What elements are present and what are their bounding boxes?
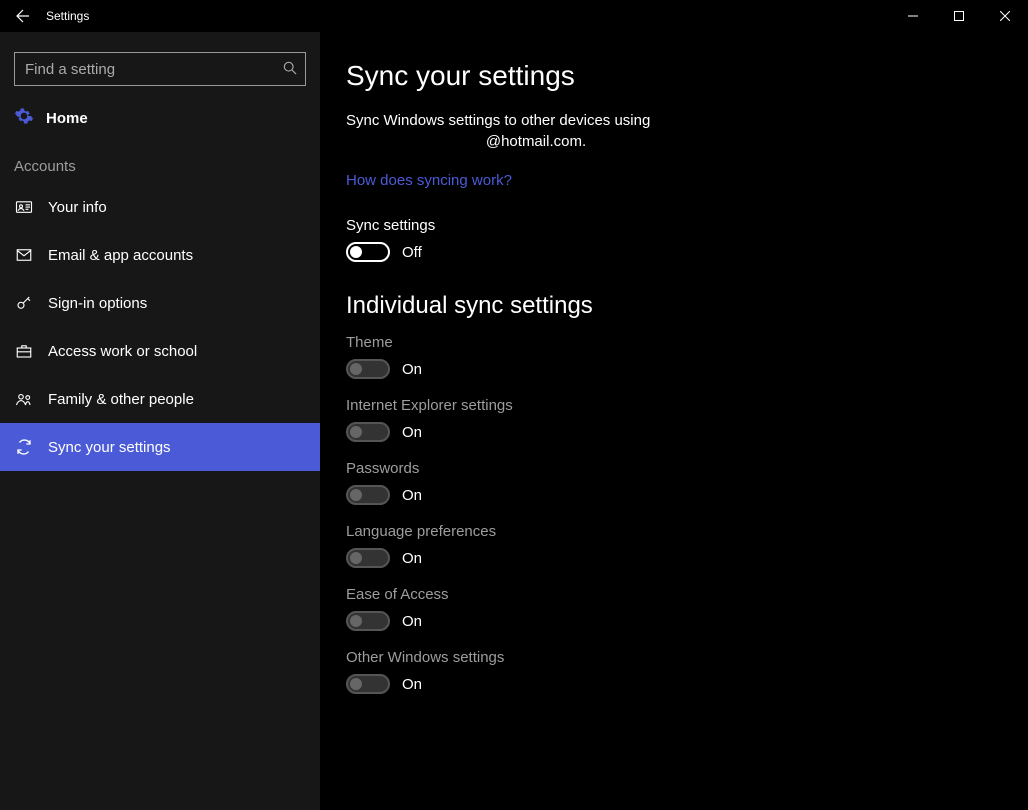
sidebar-item-label: Access work or school: [48, 343, 197, 360]
master-sync-setting: Sync settings Off: [346, 217, 1002, 262]
mail-icon: [14, 246, 34, 264]
sidebar-item-sign-in-options[interactable]: Sign-in options: [0, 279, 320, 327]
maximize-button[interactable]: [936, 0, 982, 32]
setting-toggle[interactable]: [346, 422, 390, 442]
setting-state: On: [402, 487, 422, 504]
key-icon: [14, 294, 34, 312]
setting-toggle[interactable]: [346, 548, 390, 568]
setting-toggle[interactable]: [346, 359, 390, 379]
sync-icon: [14, 438, 34, 456]
individual-setting: Other Windows settings On: [346, 649, 1002, 694]
setting-toggle[interactable]: [346, 611, 390, 631]
sidebar-item-label: Email & app accounts: [48, 247, 193, 264]
sidebar-item-access-work-or-school[interactable]: Access work or school: [0, 327, 320, 375]
page-description: Sync Windows settings to other devices u…: [346, 110, 726, 152]
individual-heading: Individual sync settings: [346, 292, 1002, 320]
back-button[interactable]: [0, 8, 46, 24]
sidebar-item-label: Sync your settings: [48, 439, 171, 456]
maximize-icon: [954, 11, 964, 21]
master-sync-toggle[interactable]: [346, 242, 390, 262]
minimize-icon: [908, 11, 918, 21]
sidebar-item-label: Family & other people: [48, 391, 194, 408]
window-title: Settings: [46, 9, 89, 23]
master-sync-label: Sync settings: [346, 217, 1002, 234]
page-title: Sync your settings: [346, 60, 1002, 92]
minimize-button[interactable]: [890, 0, 936, 32]
setting-state: On: [402, 424, 422, 441]
briefcase-icon: [14, 342, 34, 360]
setting-label: Passwords: [346, 460, 1002, 477]
setting-state: On: [402, 676, 422, 693]
setting-label: Internet Explorer settings: [346, 397, 1002, 414]
setting-state: On: [402, 361, 422, 378]
individual-setting: Internet Explorer settings On: [346, 397, 1002, 442]
search-icon: [283, 61, 297, 78]
setting-state: On: [402, 613, 422, 630]
back-arrow-icon: [15, 8, 31, 24]
content-area: Sync your settings Sync Windows settings…: [320, 32, 1028, 810]
person-card-icon: [14, 198, 34, 216]
search-input[interactable]: [23, 60, 283, 79]
setting-label: Ease of Access: [346, 586, 1002, 603]
individual-setting: Ease of Access On: [346, 586, 1002, 631]
setting-state: On: [402, 550, 422, 567]
sidebar-item-label: Your info: [48, 199, 107, 216]
home-label: Home: [46, 110, 88, 127]
close-icon: [1000, 11, 1010, 21]
sidebar-section-label: Accounts: [0, 140, 320, 183]
close-button[interactable]: [982, 0, 1028, 32]
people-icon: [14, 390, 34, 408]
home-nav[interactable]: Home: [0, 96, 320, 140]
individual-setting: Passwords On: [346, 460, 1002, 505]
setting-toggle[interactable]: [346, 674, 390, 694]
search-box[interactable]: [14, 52, 306, 86]
sidebar-item-family-other-people[interactable]: Family & other people: [0, 375, 320, 423]
setting-label: Other Windows settings: [346, 649, 1002, 666]
sidebar-item-sync-your-settings[interactable]: Sync your settings: [0, 423, 320, 471]
sidebar: Home Accounts Your info Email & app accou…: [0, 32, 320, 810]
gear-icon: [14, 106, 34, 130]
master-sync-state: Off: [402, 244, 422, 261]
setting-label: Theme: [346, 334, 1002, 351]
titlebar: Settings: [0, 0, 1028, 32]
individual-setting: Theme On: [346, 334, 1002, 379]
sidebar-item-email-app-accounts[interactable]: Email & app accounts: [0, 231, 320, 279]
individual-setting: Language preferences On: [346, 523, 1002, 568]
sidebar-item-label: Sign-in options: [48, 295, 147, 312]
how-sync-works-link[interactable]: How does syncing work?: [346, 172, 512, 189]
setting-label: Language preferences: [346, 523, 1002, 540]
sidebar-item-your-info[interactable]: Your info: [0, 183, 320, 231]
setting-toggle[interactable]: [346, 485, 390, 505]
